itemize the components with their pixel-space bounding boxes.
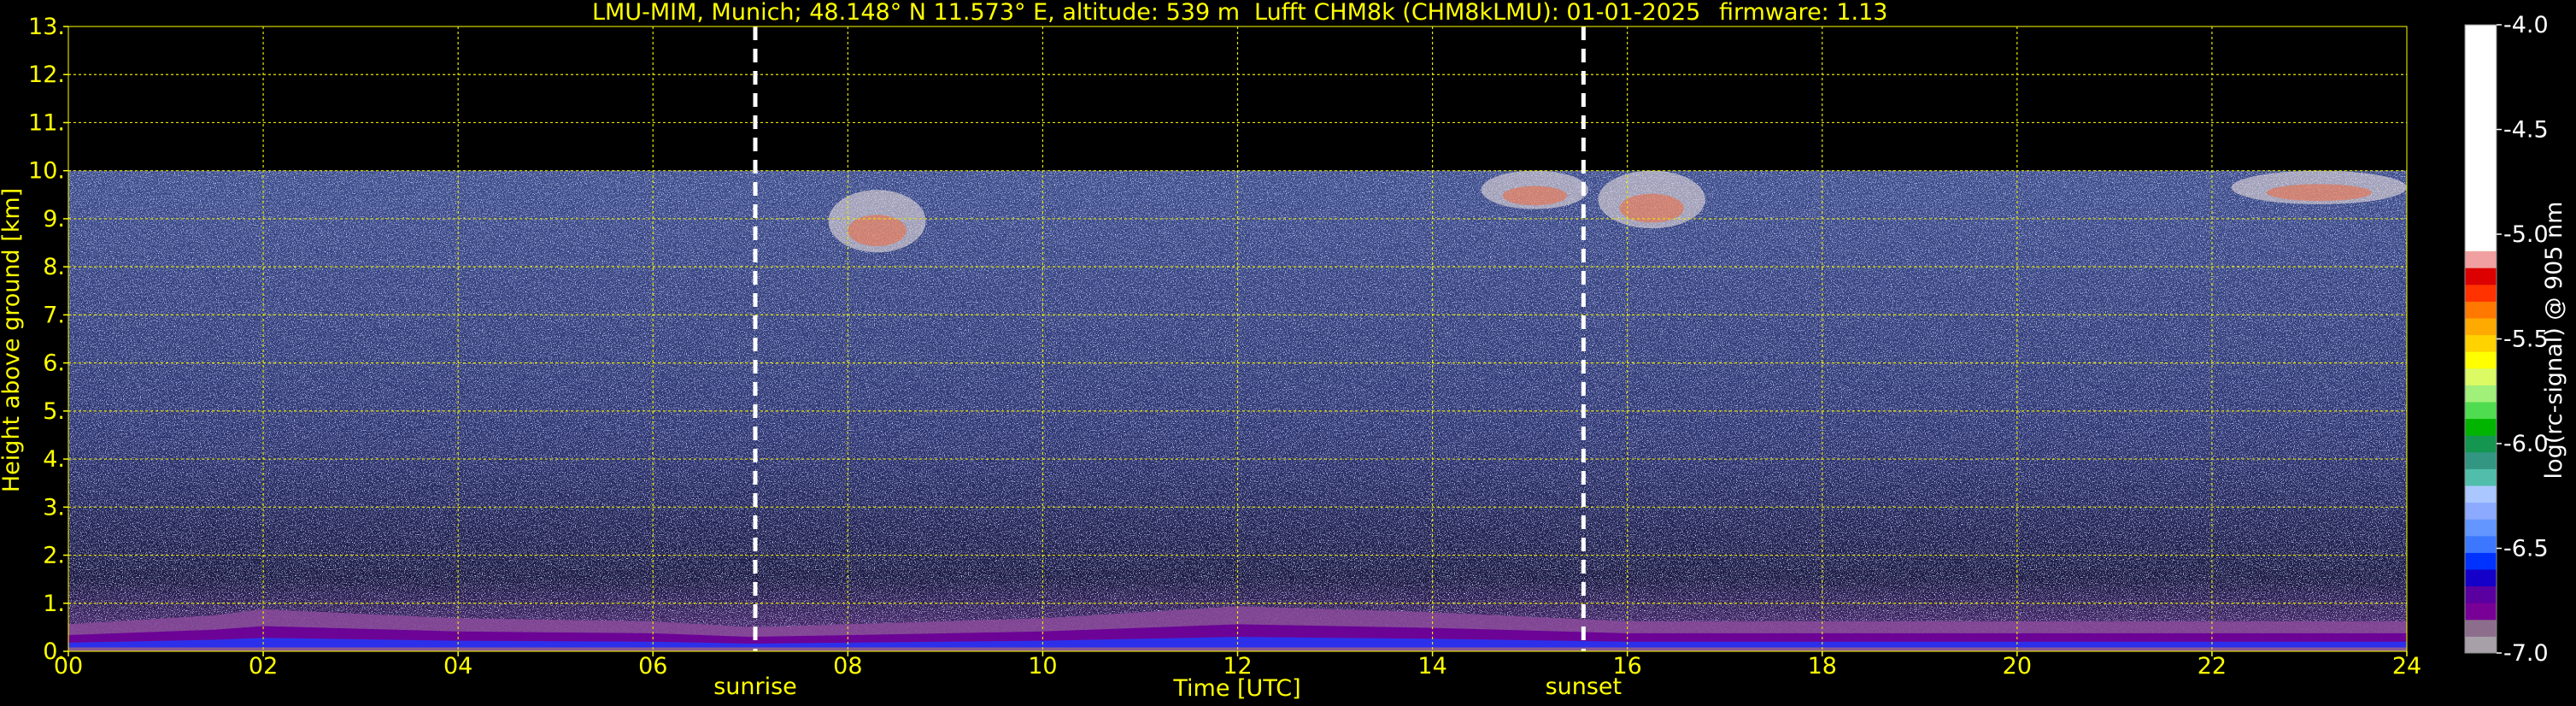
colorbar-tick-label: -4.0 — [2503, 12, 2549, 38]
colorbar-block — [2465, 402, 2497, 420]
title-location: LMU-MIM, Munich; 48.148° N 11.573° E, al… — [592, 0, 1240, 26]
colorbar-block — [2465, 519, 2497, 537]
colorbar-block — [2465, 368, 2497, 385]
x-tick-label: 20 — [2003, 653, 2032, 680]
title-instrument: Lufft CHM8k (CHM8kLMU): 01-01-2025 — [1254, 0, 1700, 26]
x-tick-label: 02 — [249, 653, 278, 680]
colorbar-block — [2465, 485, 2497, 503]
x-tick-label: 18 — [1808, 653, 1837, 680]
colorbar-block — [2465, 334, 2497, 352]
sunset-label: sunset — [1546, 674, 1622, 700]
title-firmware: firmware: 1.13 — [1719, 0, 1887, 26]
colorbar-block — [2465, 468, 2497, 486]
colorbar-tick-label: -4.5 — [2503, 117, 2549, 144]
plot-area — [67, 26, 2408, 652]
x-tick-label: 24 — [2392, 653, 2421, 680]
colorbar-block — [2465, 301, 2497, 319]
ceilometer-chart: 00 02 04 06 08 10 12 14 16 18 20 22 24 0.1.2.3.4.5.6… — [0, 0, 2576, 706]
colorbar-block — [2465, 435, 2497, 453]
x-tick-label: 10 — [1028, 653, 1057, 680]
y-tick-label: 8. — [43, 254, 65, 280]
y-tick-label: 3. — [43, 494, 65, 521]
y-tick-label: 13. — [28, 14, 65, 40]
colorbar-tick-label: -6.5 — [2503, 536, 2549, 562]
colorbar-block — [2465, 636, 2497, 654]
colorbar-block — [2465, 502, 2497, 520]
cloud-core — [848, 215, 907, 246]
y-tick-label: 10. — [28, 158, 65, 185]
cloud-core — [2266, 184, 2372, 202]
x-axis-label: Time [UTC] — [1172, 675, 1300, 702]
y-tick-label: 11. — [28, 109, 65, 136]
x-tick-label: 04 — [443, 653, 472, 680]
colorbar-block — [2465, 569, 2497, 587]
y-tick-label: 0. — [43, 638, 65, 665]
colorbar-block — [2465, 418, 2497, 436]
y-tick-label: 1. — [43, 591, 65, 617]
y-axis-label: Height above ground [km] — [0, 188, 25, 492]
colorbar-block — [2465, 268, 2497, 285]
colorbar-blocks — [2465, 25, 2497, 654]
y-tick-label: 6. — [43, 350, 65, 377]
colorbar-block — [2465, 603, 2497, 621]
cloud-core — [1502, 185, 1567, 206]
colorbar-block — [2465, 250, 2497, 268]
colorbar-block-top — [2465, 25, 2497, 251]
colorbar-block — [2465, 535, 2497, 553]
y-tick-label: 5. — [43, 398, 65, 425]
colorbar-block — [2465, 552, 2497, 570]
colorbar-label: log(rc-signal) @ 905 nm — [2541, 202, 2567, 479]
colorbar-block — [2465, 619, 2497, 637]
colorbar-block — [2465, 585, 2497, 603]
colorbar-block — [2465, 351, 2497, 369]
colorbar-tick-label: -7.0 — [2503, 640, 2549, 667]
y-tick-label: 12. — [28, 62, 65, 88]
colorbar-block — [2465, 385, 2497, 403]
colorbar-block — [2465, 284, 2497, 302]
x-tick-label: 22 — [2198, 653, 2227, 680]
x-tick-label: 14 — [1417, 653, 1446, 680]
x-tick-label: 06 — [638, 653, 667, 680]
y-tick-label: 2. — [43, 543, 65, 569]
y-tick-label: 4. — [43, 446, 65, 473]
y-tick-label: 7. — [43, 302, 65, 328]
colorbar-block — [2465, 451, 2497, 469]
colorbar-block — [2465, 318, 2497, 336]
y-tick-label: 9. — [43, 206, 65, 232]
sunrise-label: sunrise — [713, 674, 797, 700]
x-tick-label: 08 — [833, 653, 862, 680]
